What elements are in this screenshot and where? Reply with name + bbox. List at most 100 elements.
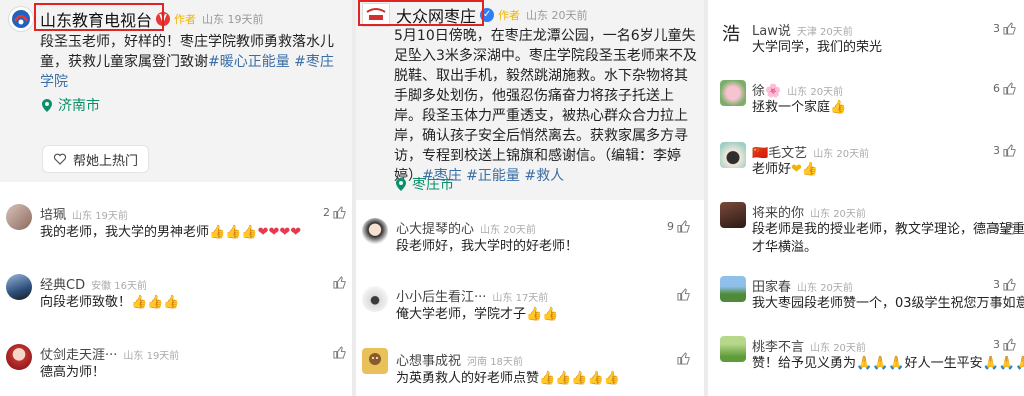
commenter-avatar[interactable] [720,276,746,302]
thumbs-up-emoji: 👍👍 [526,307,559,322]
commenter-avatar[interactable] [6,204,32,230]
commenter-name[interactable]: 将来的你 [752,202,804,221]
like-button[interactable] [677,352,690,365]
comment-item[interactable]: 培珮 山东 19天前 我的老师，我大学的男神老师👍👍👍❤❤❤❤ 2 [0,196,352,252]
commenter-avatar[interactable] [362,218,388,244]
comment-item[interactable]: 桃李不言 山东 20天前 赞！给予见义勇为🙏🙏🙏好人一生平安🙏🙏🙏 3 [708,330,1024,386]
comment-meta: 山东 20天前 [797,283,853,294]
comment-item[interactable]: 将来的你 山东 20天前 段老师是我的授业老师，教文学理论，德高望重， 才华横溢… [708,196,1024,260]
author-meta: 山东 19天前 [202,13,264,26]
comment-item[interactable]: 🇨🇳毛文艺 山东 20天前 老师好❤👍 3 [708,136,1024,192]
comment-body: 俺大学老师，学院才子 [396,307,527,322]
like-count: 3 [993,144,1000,157]
like-count: 2 [323,206,330,219]
commenter-name[interactable]: 心想事成祝 [396,350,461,369]
boost-hot-label: 帮她上热门 [73,153,139,169]
commenter-avatar[interactable] [720,336,746,362]
commenter-avatar[interactable] [6,274,32,300]
commenter-name[interactable]: 🇨🇳毛文艺 [752,142,807,161]
thumbs-up-icon [1003,82,1016,95]
post-panel-sdetv: 山东教育电视台 V 作者 山东 19天前 段圣玉老师，好样的！枣庄学院教师勇救落… [0,0,352,396]
pray-emoji: 🙏🙏🙏 [856,356,905,371]
comment-body: 大学同学，我们的荣光 [752,40,883,55]
heart-hand-icon [53,153,67,165]
commenter-name[interactable]: 经典CD [40,274,85,293]
comment-item[interactable]: 小小后生看江··· 山东 17天前 俺大学老师，学院才子👍👍 [356,280,704,336]
comment-panel: 浩 Law说 天津 20天前 大学同学，我们的荣光 3 徐🌸 山东 20天前 拯… [708,0,1024,396]
comment-item[interactable]: 浩 Law说 天津 20天前 大学同学，我们的荣光 3 [708,16,1024,72]
like-button[interactable]: 3 [993,222,1016,235]
comment-meta: 安徽 16天前 [91,281,147,292]
comment-meta: 山东 20天前 [480,225,536,236]
like-button[interactable] [333,276,346,289]
comment-body: 才华横溢。 [752,240,818,255]
commenter-avatar[interactable] [362,286,388,312]
commenter-name[interactable]: 田家春 [752,276,791,295]
like-button[interactable] [333,346,346,359]
commenter-name[interactable]: 桃李不言 [752,336,804,355]
commenter-avatar[interactable] [720,80,746,106]
post-panel-dzw: 大众网枣庄 ✓ 作者 山东 20天前 5月10日傍晚，在枣庄龙潭公园，一名6岁儿… [356,0,704,396]
commenter-avatar[interactable] [6,344,32,370]
comment-item[interactable]: 心想事成祝 河南 18天前 为英勇救人的好老师点赞👍👍👍👍👍 [356,344,704,396]
comment-text: 向段老师致敬！👍👍👍 [40,294,180,312]
location-pin-icon [42,98,52,112]
calligraphy-avatar-icon: 浩 [722,24,740,45]
author-highlight-box [34,3,164,31]
like-button[interactable]: 3 [993,22,1016,35]
like-count: 3 [993,22,1000,35]
post-location[interactable]: 济南市 [42,95,100,115]
commenter-name[interactable]: 培珮 [40,204,66,223]
author-tag: 作者 [174,13,197,26]
commenter-name[interactable]: 心大提琴的心 [396,218,474,237]
thumbs-up-icon [677,288,690,301]
comment-meta: 山东 20天前 [813,149,870,160]
author-avatar[interactable] [8,6,34,32]
thumbs-up-emoji: 👍👍👍👍👍 [539,371,620,386]
like-count: 3 [993,278,1000,291]
comment-item[interactable]: 田家春 山东 20天前 我大枣园段老师赞一个，03级学生祝您万事如意 3 [708,270,1024,326]
commenter-name[interactable]: 仗剑走天涯··· [40,344,117,363]
commenter-name[interactable]: 徐🌸 [752,80,781,99]
comment-meta: 山东 20天前 [810,343,866,354]
comment-meta: 天津 20天前 [796,27,853,38]
like-button[interactable]: 3 [993,144,1016,157]
comment-item[interactable]: 徐🌸 山东 20天前 拯救一个家庭👍 6 [708,74,1024,130]
comment-body: 赞！给予见义勇为 [752,356,857,371]
location-label: 枣庄市 [412,177,454,193]
comment-item[interactable]: 仗剑走天涯··· 山东 19天前 德高为师！ [0,338,352,394]
thumbs-up-icon [1003,278,1016,291]
comment-text: 我的老师，我大学的男神老师👍👍👍❤❤❤❤ [40,224,301,242]
post-location[interactable]: 枣庄市 [396,174,454,194]
like-button[interactable]: 2 [323,206,346,219]
like-button[interactable]: 9 [667,220,690,233]
boost-hot-button[interactable]: 帮她上热门 [42,145,150,173]
like-count: 6 [993,82,1000,95]
commenter-avatar[interactable]: 浩 [720,20,746,46]
comment-text: 段老师好，我大学时的好老师！ [396,238,578,256]
comment-item[interactable]: 心大提琴的心 山东 20天前 段老师好，我大学时的好老师！ 9 [356,212,704,268]
comment-body: 段老师好，我大学时的好老师！ [396,239,579,254]
like-button[interactable] [677,288,690,301]
comment-text: 赞！给予见义勇为🙏🙏🙏好人一生平安🙏🙏🙏 [752,355,1024,373]
pray-emoji: 🙏🙏🙏 [982,356,1024,371]
commenter-name[interactable]: Law说 [752,20,791,39]
comment-body: 向段老师致敬！ [40,295,132,310]
heart-emoji: ❤❤❤❤ [257,225,302,240]
like-count: 3 [993,338,1000,351]
like-button[interactable]: 6 [993,82,1016,95]
comment-item[interactable]: 经典CD 安徽 16天前 向段老师致敬！👍👍👍 [0,268,352,324]
like-count: 9 [667,220,674,233]
commenter-avatar[interactable] [720,202,746,228]
location-pin-icon [396,177,406,191]
thumbs-up-icon [677,352,690,365]
commenter-avatar[interactable] [720,142,746,168]
like-button[interactable]: 3 [993,278,1016,291]
svg-text:浩: 浩 [722,24,740,45]
post-body: 段圣玉老师，好样的！枣庄学院教师勇救落水儿童，获救儿童家属登门致谢#暖心正能量 … [40,32,345,92]
commenter-avatar[interactable] [362,348,388,374]
thumbs-up-emoji: 👍👍👍 [209,225,258,240]
like-button[interactable]: 3 [993,338,1016,351]
comment-body: 段老师是我的授业老师，教文学理论，德高望重， [752,222,1024,237]
commenter-name[interactable]: 小小后生看江··· [396,286,486,305]
